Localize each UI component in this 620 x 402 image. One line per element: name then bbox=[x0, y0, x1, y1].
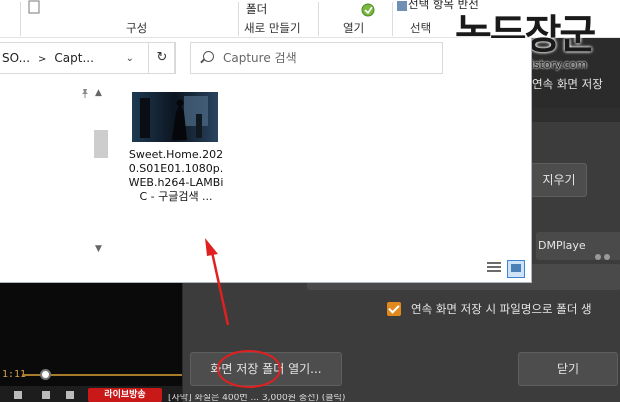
scroll-down-icon[interactable]: ▼ bbox=[95, 244, 102, 254]
open-capture-folder-button[interactable]: 화면 저장 폴더 열기... bbox=[190, 352, 342, 386]
search-placeholder: Capture 검색 bbox=[223, 51, 297, 65]
file-explorer-window: SO... > Capt... ⌄ ↻ Capture 검색 ▲ ▼ Sweet… bbox=[0, 38, 532, 283]
checkbox-label: 연속 화면 저장 시 파일명으로 폴더 생 bbox=[411, 302, 592, 316]
dialog-section-title: 연속 화면 저장 bbox=[532, 77, 603, 91]
ribbon-group-open: 열기 bbox=[343, 21, 365, 35]
video-player: 1:11 라이브방송 bbox=[0, 280, 182, 402]
stop-icon[interactable] bbox=[42, 391, 50, 399]
dialog-header-band bbox=[528, 108, 620, 122]
subtitle-ticker: [자막] 화질은 400번 ... 3,000원 충전) (클릭) bbox=[168, 394, 346, 402]
prev-icon[interactable] bbox=[14, 391, 22, 399]
pin-icon[interactable] bbox=[80, 88, 90, 98]
ribbon-divider bbox=[318, 2, 319, 36]
details-view-icon[interactable] bbox=[487, 262, 501, 276]
ribbon-divider bbox=[392, 2, 393, 36]
scroll-up-icon[interactable]: ▲ bbox=[95, 88, 102, 98]
refresh-button[interactable]: ↻ bbox=[148, 42, 176, 74]
next-icon[interactable] bbox=[66, 391, 74, 399]
ribbon-new-folder[interactable]: 폴더 bbox=[246, 1, 267, 17]
seek-knob[interactable] bbox=[40, 369, 51, 380]
player-combo-label: DMPlaye bbox=[538, 239, 586, 252]
breadcrumb-separator-icon: > bbox=[38, 54, 47, 65]
file-thumbnail[interactable] bbox=[132, 92, 218, 142]
file-name: Sweet.Home.2020.S01E01.1080p.WEB.h264-LA… bbox=[128, 148, 224, 203]
edit-properties-icon[interactable] bbox=[360, 2, 376, 18]
ribbon-divider bbox=[238, 2, 239, 36]
clear-button[interactable]: 지우기 bbox=[531, 163, 587, 197]
search-icon bbox=[203, 51, 214, 62]
scroll-thumb[interactable] bbox=[94, 130, 108, 158]
file-item[interactable]: Sweet.Home.2020.S01E01.1080p.WEB.h264-LA… bbox=[128, 90, 224, 206]
folder-per-filename-option[interactable]: 연속 화면 저장 시 파일명으로 폴더 생 bbox=[387, 301, 592, 317]
view-toggle bbox=[487, 260, 527, 278]
ribbon-group-select: 선택 bbox=[410, 21, 432, 35]
ribbon-group-organize: 구성 bbox=[126, 21, 148, 35]
copy-path-icon[interactable] bbox=[28, 0, 42, 14]
breadcrumb-current[interactable]: Capt... bbox=[54, 51, 94, 65]
checkbox-checked-icon[interactable] bbox=[387, 302, 401, 316]
ribbon-group-new: 새로 만들기 bbox=[244, 21, 301, 35]
select-icon[interactable] bbox=[396, 0, 408, 12]
screen: 1:11 라이브방송 지우기 DMPlaye 연속 화면 저장 시 파일명으로 … bbox=[0, 0, 620, 402]
large-icons-view-icon[interactable] bbox=[507, 260, 525, 278]
breadcrumb-parent[interactable]: SO... bbox=[2, 51, 30, 65]
address-dropdown-icon[interactable]: ⌄ bbox=[126, 44, 134, 74]
live-badge[interactable]: 라이브방송 bbox=[88, 388, 162, 402]
nav-pane-scrollbar[interactable]: ▲ ▼ bbox=[92, 88, 108, 256]
close-button[interactable]: 닫기 bbox=[518, 352, 618, 386]
search-box[interactable]: Capture 검색 bbox=[190, 42, 443, 74]
ribbon-divider bbox=[20, 2, 21, 36]
player-combo[interactable]: DMPlaye bbox=[536, 232, 620, 260]
more-dots-icon[interactable] bbox=[595, 243, 613, 260]
